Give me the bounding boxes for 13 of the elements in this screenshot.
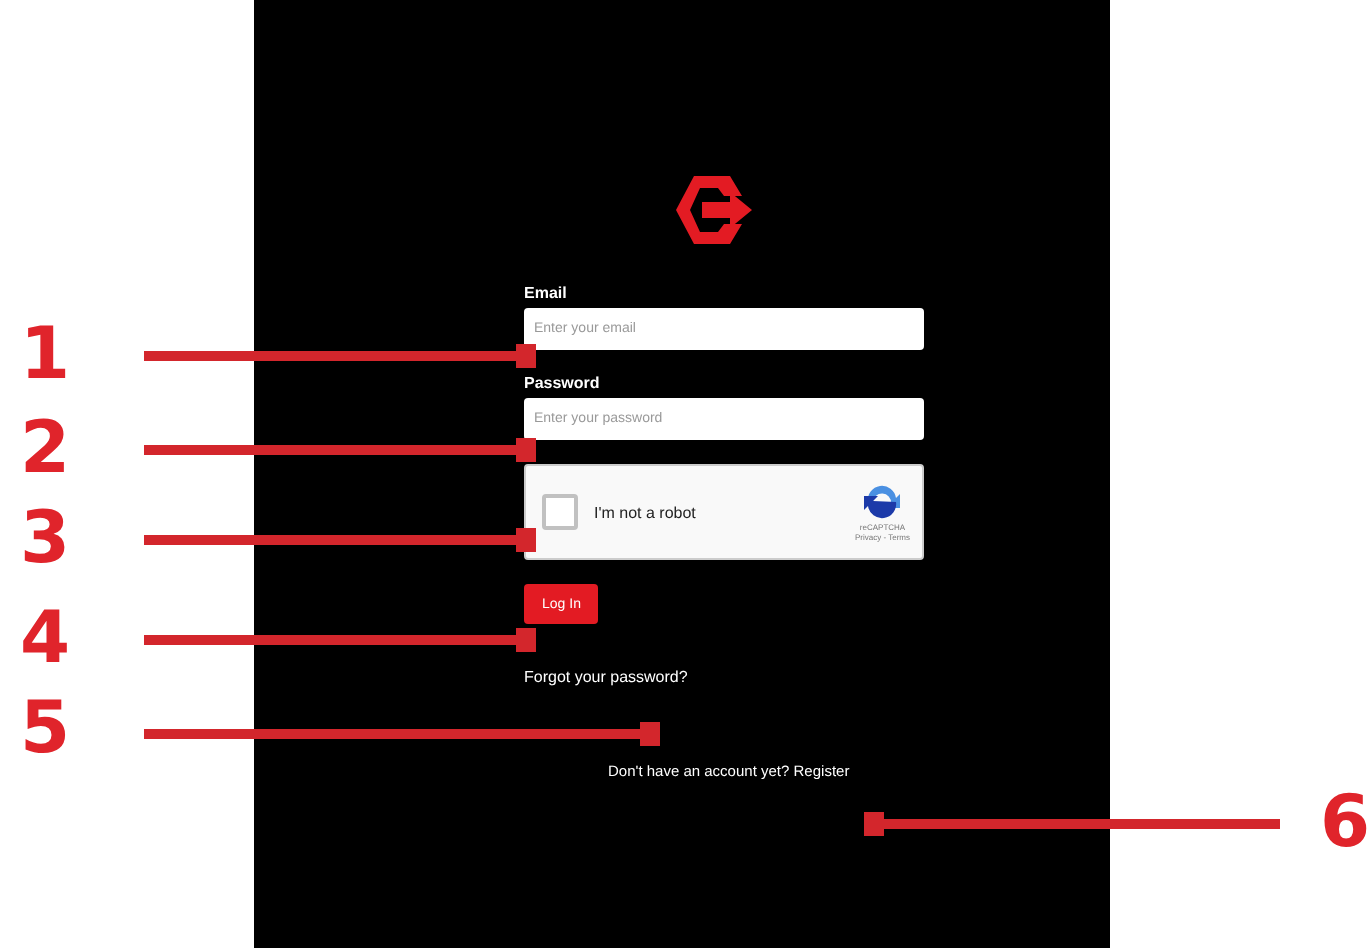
field-label: Password (524, 374, 602, 392)
callout-number: 3 (20, 500, 71, 580)
captcha-logo-icon (862, 482, 903, 522)
callout-number: 4 (20, 600, 71, 680)
captcha-label: I'm not a robot (594, 503, 698, 521)
checkbox[interactable] (542, 494, 578, 530)
field-label: Email (524, 284, 569, 302)
callout-number: 5 (20, 690, 71, 770)
logo-icon (674, 172, 754, 248)
forgot-password-link[interactable]: Forgot your password? (524, 668, 924, 686)
callout-number: 1 (20, 316, 71, 396)
callout-number: 2 (20, 410, 71, 490)
callout-number: 6 (1320, 784, 1368, 864)
